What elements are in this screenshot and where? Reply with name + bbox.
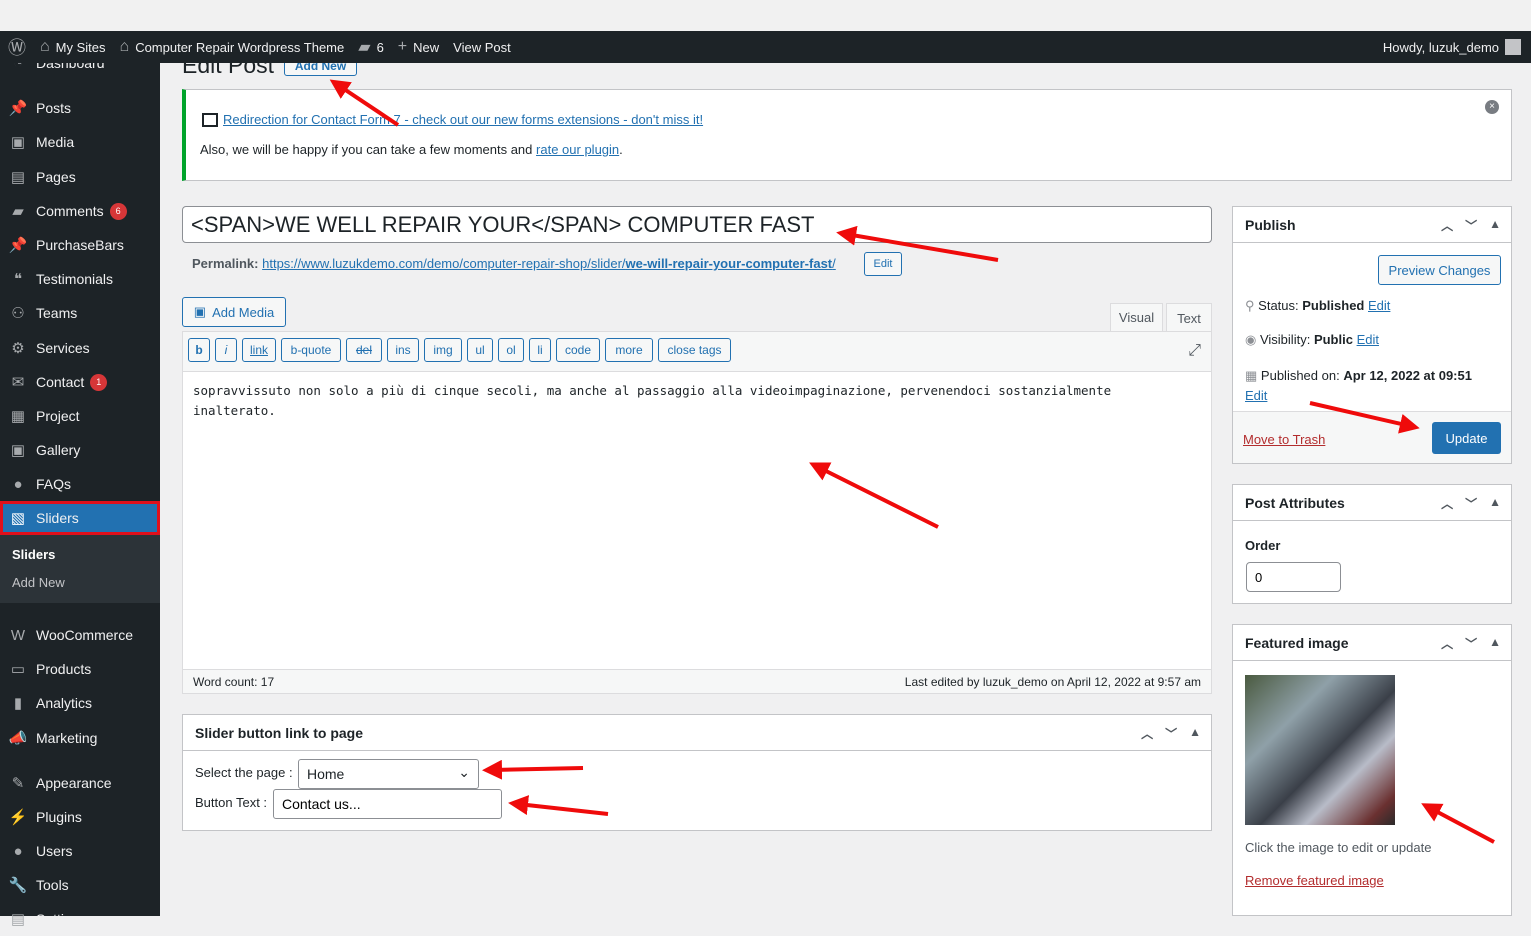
comment-icon: ▰	[358, 39, 371, 56]
annotation-arrow	[1421, 803, 1495, 844]
annotation-arrow	[508, 795, 609, 816]
avatar	[1505, 39, 1521, 55]
my-sites-link[interactable]: ⌂ My Sites	[40, 38, 106, 56]
annotation-arrow	[836, 225, 999, 262]
comments-count: 6	[376, 39, 384, 55]
howdy-label: Howdy, luzuk_demo	[1382, 39, 1499, 55]
annotation-arrow	[482, 759, 584, 780]
annotation-arrow	[329, 79, 400, 127]
account-menu[interactable]: Howdy, luzuk_demo	[1383, 31, 1521, 63]
site-name: Computer Repair Wordpress Theme	[135, 39, 345, 55]
new-label: New	[413, 39, 440, 55]
sites-icon: ⌂	[40, 38, 50, 55]
annotation-arrow	[1309, 401, 1420, 434]
wordpress-logo-icon[interactable]: Ⓦ	[8, 34, 26, 60]
plus-icon: +	[397, 38, 408, 55]
annotation-arrow	[809, 462, 939, 529]
my-sites-label: My Sites	[55, 39, 106, 55]
annotation-arrows	[329, 79, 1495, 844]
home-icon: ⌂	[119, 38, 130, 55]
admin-bar: Ⓦ ⌂ My Sites ⌂ Computer Repair Wordpress T…	[0, 31, 1531, 63]
new-link[interactable]: + New	[398, 38, 439, 56]
top-gap	[0, 0, 1531, 31]
view-post-link[interactable]: View Post	[453, 40, 511, 55]
comments-link[interactable]: ▰ 6	[358, 37, 384, 57]
site-name-link[interactable]: ⌂ Computer Repair Wordpress Theme	[120, 38, 345, 56]
